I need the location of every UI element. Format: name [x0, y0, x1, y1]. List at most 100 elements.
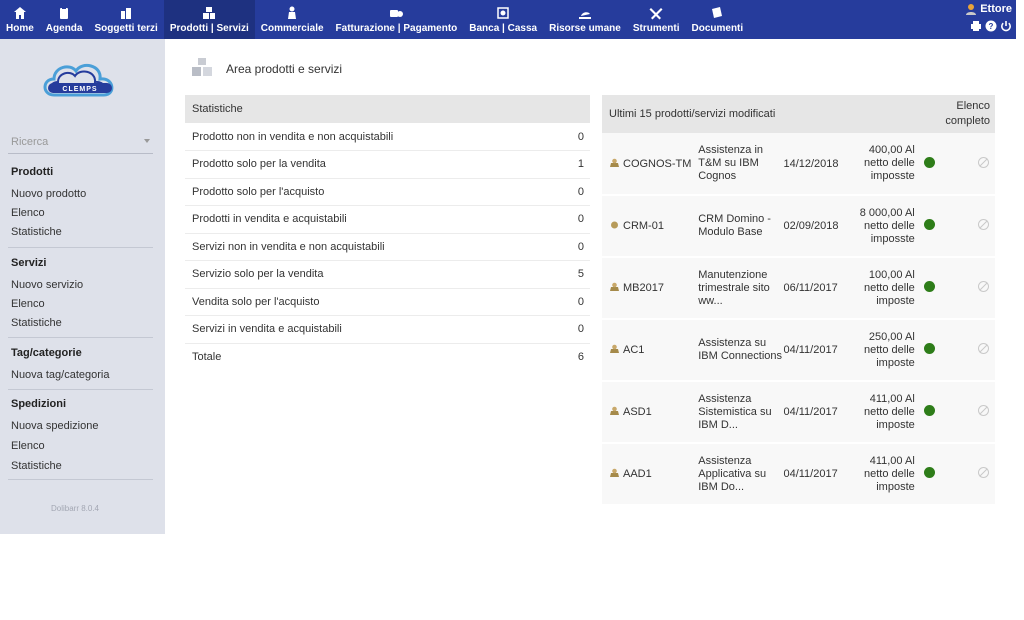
- nav-strumenti[interactable]: Strumenti: [627, 0, 686, 39]
- nav-label: Agenda: [45, 23, 83, 34]
- stat-value: 0: [540, 178, 590, 206]
- service-icon: [609, 282, 620, 292]
- table-row[interactable]: COGNOS-TM Assistenza in T&M su IBM Cogno…: [602, 133, 995, 196]
- product-ref[interactable]: CRM-01: [623, 220, 664, 232]
- table-row[interactable]: Prodotto non in vendita e non acquistabi…: [185, 123, 590, 151]
- table-row[interactable]: MB2017 Manutenzione trimestrale sito ww.…: [602, 257, 995, 320]
- table-row[interactable]: AC1 Assistenza su IBM Connections 04/11/…: [602, 319, 995, 382]
- nav-banca-cassa[interactable]: Banca | Cassa: [463, 0, 543, 39]
- status-not-purchasable-icon[interactable]: [978, 281, 989, 292]
- status-not-purchasable-icon[interactable]: [978, 219, 989, 230]
- left-sidebar: CLEMPS Ricerca Prodotti Nuovo prodotto E…: [0, 39, 165, 534]
- product-price: 411,00 Al netto delle imposte: [856, 443, 917, 506]
- menu-title: Tag/categorie: [11, 347, 82, 359]
- product-price: 8 000,00 Al netto delle imposste: [856, 195, 917, 258]
- table-row[interactable]: Prodotto solo per l'acquisto 0: [185, 178, 590, 206]
- service-icon: [609, 158, 620, 168]
- menu-link-statistiche[interactable]: Statistiche: [0, 460, 165, 480]
- status-on-sale-icon[interactable]: [924, 156, 936, 168]
- menu-link-elenco[interactable]: Elenco: [0, 440, 165, 460]
- nav-agenda[interactable]: Agenda: [40, 0, 89, 39]
- print-icon[interactable]: [970, 20, 982, 32]
- menu-link-nuovo-prodotto[interactable]: Nuovo prodotto: [0, 188, 165, 207]
- menu-link-nuova-spedizione[interactable]: Nuova spedizione: [0, 420, 165, 440]
- stat-label: Servizi non in vendita e non acquistabil…: [185, 233, 540, 261]
- product-ref[interactable]: AAD1: [623, 468, 652, 480]
- product-ref[interactable]: MB2017: [623, 282, 664, 294]
- product-ref[interactable]: AC1: [623, 344, 644, 356]
- menu-title: Spedizioni: [11, 398, 66, 410]
- documents-icon: [710, 6, 724, 20]
- product-date: 14/12/2018: [783, 133, 857, 196]
- menu-link-elenco[interactable]: Elenco: [0, 298, 165, 317]
- menu-link-nuovo-servizio[interactable]: Nuovo servizio: [0, 279, 165, 298]
- product-price: 400,00 Al netto delle imposste: [856, 133, 917, 196]
- menu-title: Servizi: [11, 257, 47, 269]
- product-label: Assistenza Applicativa su IBM Do...: [694, 443, 784, 506]
- tools-icon: [649, 6, 663, 20]
- table-header: Ultimi 15 prodotti/servizi modificati: [602, 95, 917, 133]
- table-row[interactable]: Prodotti in vendita e acquistabili 0: [185, 205, 590, 234]
- menu-link-elenco[interactable]: Elenco: [0, 207, 165, 226]
- table-row[interactable]: Servizio solo per la vendita 5: [185, 260, 590, 289]
- menu-title: Prodotti: [11, 166, 54, 178]
- full-list-link[interactable]: Elenco completo: [916, 95, 995, 133]
- status-not-purchasable-icon[interactable]: [978, 405, 989, 416]
- status-not-purchasable-icon[interactable]: [978, 343, 989, 354]
- recent-products-table: Ultimi 15 prodotti/servizi modificati El…: [602, 95, 995, 506]
- status-on-sale-icon[interactable]: [924, 405, 936, 416]
- status-on-sale-icon[interactable]: [924, 219, 936, 230]
- status-on-sale-icon[interactable]: [924, 467, 936, 478]
- nav-prodotti-servizi[interactable]: Prodotti | Servizi: [163, 0, 255, 39]
- stat-label: Prodotto solo per l'acquisto: [185, 178, 540, 206]
- table-row[interactable]: Prodotto solo per la vendita 1: [185, 150, 590, 179]
- status-on-sale-icon[interactable]: [924, 281, 936, 292]
- menu-link-nuova-tag[interactable]: Nuova tag/categoria: [0, 369, 165, 388]
- help-icon[interactable]: ?: [985, 20, 997, 32]
- table-row[interactable]: Vendita solo per l'acquisto 0: [185, 288, 590, 316]
- menu-divider: [8, 389, 153, 390]
- search-select[interactable]: Ricerca: [8, 136, 153, 154]
- user-avatar-icon: [965, 3, 977, 15]
- product-ref[interactable]: COGNOS-TM: [623, 158, 691, 170]
- nav-risorse-umane[interactable]: Risorse umane: [543, 0, 627, 39]
- status-not-purchasable-icon[interactable]: [978, 467, 989, 478]
- product-ref[interactable]: ASD1: [623, 406, 652, 418]
- user-area: Ettore ?: [965, 3, 1012, 32]
- service-icon: [609, 406, 620, 416]
- commercial-icon: [285, 6, 299, 20]
- nav-home[interactable]: Home: [0, 0, 40, 39]
- product-label: Assistenza Sistemistica su IBM D...: [694, 381, 784, 444]
- building-icon: [119, 6, 133, 20]
- table-row[interactable]: Servizi non in vendita e non acquistabil…: [185, 233, 590, 261]
- product-date: 04/11/2017: [783, 319, 857, 382]
- table-row[interactable]: Servizi in vendita e acquistabili 0: [185, 315, 590, 344]
- boxes-icon: [202, 6, 216, 20]
- search-placeholder: Ricerca: [11, 136, 49, 148]
- nav-documenti[interactable]: Documenti: [685, 0, 749, 39]
- table-row[interactable]: ASD1 Assistenza Sistemistica su IBM D...…: [602, 381, 995, 444]
- nav-commerciale[interactable]: Commerciale: [255, 0, 330, 39]
- svg-text:CLEMPS: CLEMPS: [62, 86, 97, 93]
- nav-fatturazione[interactable]: Fatturazione | Pagamento: [330, 0, 464, 39]
- user-menu[interactable]: Ettore: [965, 3, 1012, 15]
- menu-divider: [8, 247, 153, 248]
- chevron-down-icon: [144, 139, 150, 143]
- status-on-sale-icon[interactable]: [924, 343, 936, 354]
- product-price: 100,00 Al netto delle imposte: [856, 257, 917, 320]
- status-not-purchasable-icon[interactable]: [978, 156, 989, 168]
- stat-label: Prodotto solo per la vendita: [185, 150, 540, 179]
- table-row[interactable]: CRM-01 CRM Domino - Modulo Base 02/09/20…: [602, 195, 995, 258]
- menu-link-statistiche[interactable]: Statistiche: [0, 226, 165, 245]
- menu-link-statistiche[interactable]: Statistiche: [0, 317, 165, 336]
- stat-label: Vendita solo per l'acquisto: [185, 288, 540, 316]
- nav-label: Soggetti terzi: [94, 23, 158, 34]
- product-date: 02/09/2018: [783, 195, 857, 258]
- stat-value: 0: [540, 123, 590, 151]
- nav-soggetti-terzi[interactable]: Soggetti terzi: [88, 0, 163, 39]
- table-row[interactable]: AAD1 Assistenza Applicativa su IBM Do...…: [602, 443, 995, 506]
- page-header: Area prodotti e servizi: [190, 57, 342, 81]
- statistics-table: Statistiche Prodotto non in vendita e no…: [185, 95, 590, 371]
- logout-icon[interactable]: [1000, 20, 1012, 32]
- nav-label: Commerciale: [260, 23, 324, 34]
